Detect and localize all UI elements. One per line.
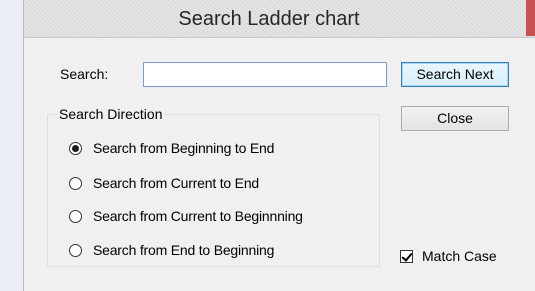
radio-label: Search from End to Beginning bbox=[93, 242, 275, 258]
close-button[interactable]: Close bbox=[401, 106, 509, 131]
search-label: Search: bbox=[60, 66, 109, 82]
radio-label: Search from Beginning to End bbox=[93, 140, 275, 156]
radio-current-to-beginning[interactable]: Search from Current to Beginnning bbox=[69, 206, 303, 226]
radio-end-to-beginning[interactable]: Search from End to Beginning bbox=[69, 240, 274, 260]
match-case-checkbox[interactable] bbox=[400, 249, 413, 263]
radio-button[interactable] bbox=[69, 243, 82, 257]
title-bar[interactable]: Search Ladder chart bbox=[24, 0, 535, 38]
radio-beginning-to-end[interactable]: Search from Beginning to End bbox=[69, 138, 274, 158]
window-close-icon[interactable] bbox=[526, 0, 535, 36]
radio-label: Search from Current to Beginnning bbox=[93, 208, 303, 224]
window-title: Search Ladder chart bbox=[178, 8, 360, 30]
search-next-button[interactable]: Search Next bbox=[401, 62, 509, 87]
search-direction-legend: Search Direction bbox=[58, 106, 164, 122]
match-case-option[interactable]: Match Case bbox=[400, 246, 497, 266]
radio-button[interactable] bbox=[69, 176, 82, 190]
search-input[interactable] bbox=[143, 62, 387, 87]
match-case-label: Match Case bbox=[422, 248, 497, 264]
radio-button[interactable] bbox=[69, 209, 82, 223]
search-dialog: Search Ladder chart Search: Search Next … bbox=[23, 0, 535, 291]
radio-button[interactable] bbox=[69, 141, 82, 155]
radio-label: Search from Current to End bbox=[93, 175, 259, 191]
radio-current-to-end[interactable]: Search from Current to End bbox=[69, 173, 259, 193]
